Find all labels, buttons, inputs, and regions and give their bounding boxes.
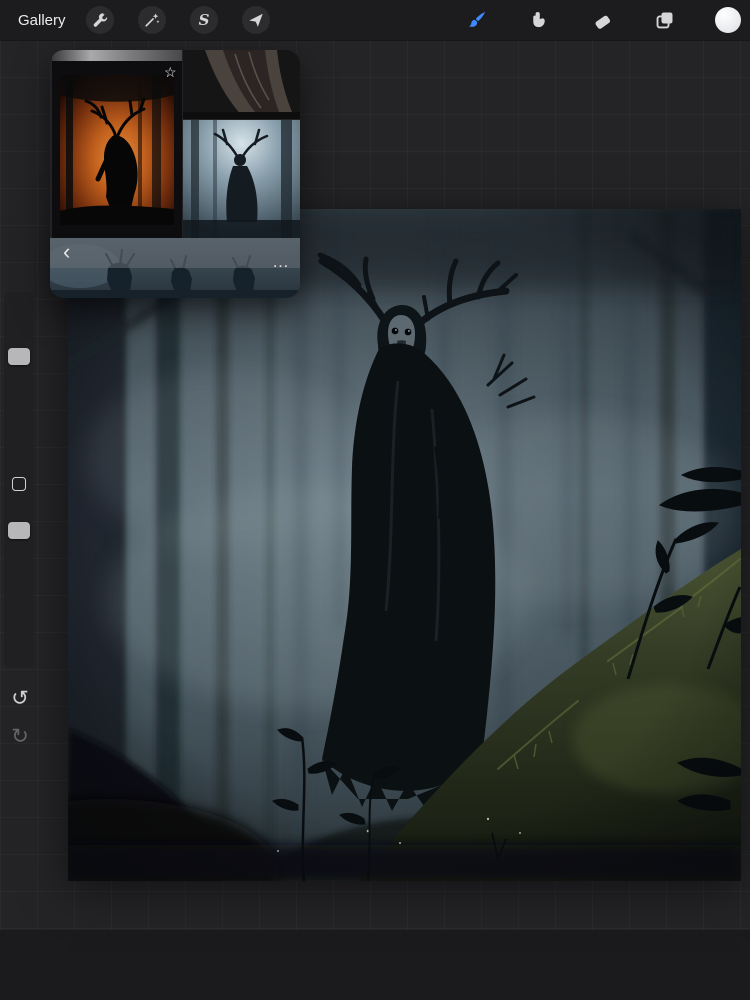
transform-button[interactable]	[242, 6, 270, 34]
star-icon[interactable]: ☆	[164, 65, 177, 79]
reference-panel-toolbar: ‹	[50, 238, 300, 268]
smudge-tool-button[interactable]	[528, 9, 550, 31]
gallery-button[interactable]: Gallery	[18, 0, 66, 40]
color-swatch-circle[interactable]	[715, 7, 741, 33]
adjustments-button[interactable]	[138, 6, 166, 34]
selection-s-icon: S	[198, 10, 210, 29]
selection-button[interactable]: S	[190, 6, 218, 34]
painting-canvas[interactable]	[68, 209, 741, 881]
redo-icon: ↻	[11, 724, 29, 748]
brush-opacity-slider-handle[interactable]	[8, 522, 30, 539]
reference-thumb-fire-wendigo[interactable]	[52, 61, 182, 238]
redo-button[interactable]: ↻	[5, 721, 35, 751]
artwork-forest-spirit	[68, 209, 741, 881]
eraser-icon	[595, 15, 611, 29]
gallery-label: Gallery	[18, 11, 66, 29]
magic-wand-icon	[145, 13, 160, 27]
modify-button[interactable]	[12, 477, 26, 491]
wrench-icon	[93, 13, 108, 27]
bottom-shade	[0, 930, 750, 1000]
reference-thumb-dark-cloth[interactable]	[183, 50, 300, 119]
erase-tool-button[interactable]	[591, 9, 613, 31]
smudge-finger-icon	[533, 12, 545, 28]
top-toolbar: Gallery S	[0, 0, 750, 40]
reference-companion-panel[interactable]: ☆ ‹ …	[50, 50, 300, 298]
layers-icon	[656, 12, 673, 29]
paint-tool-button[interactable]	[466, 9, 488, 31]
reference-thumb-antlered-figure[interactable]	[183, 120, 300, 238]
transform-arrow-icon	[249, 13, 263, 27]
actions-button[interactable]	[86, 6, 114, 34]
brush-size-slider-handle[interactable]	[8, 348, 30, 365]
undo-button[interactable]: ↺	[5, 683, 35, 713]
layers-button[interactable]	[654, 9, 676, 31]
more-options-icon[interactable]: …	[272, 253, 290, 270]
reference-thumb-gray-sliver[interactable]	[52, 50, 182, 61]
paintbrush-icon	[469, 11, 485, 27]
back-chevron-icon[interactable]: ‹	[63, 240, 70, 263]
brush-sidebar	[4, 292, 34, 668]
undo-icon: ↺	[11, 686, 29, 710]
